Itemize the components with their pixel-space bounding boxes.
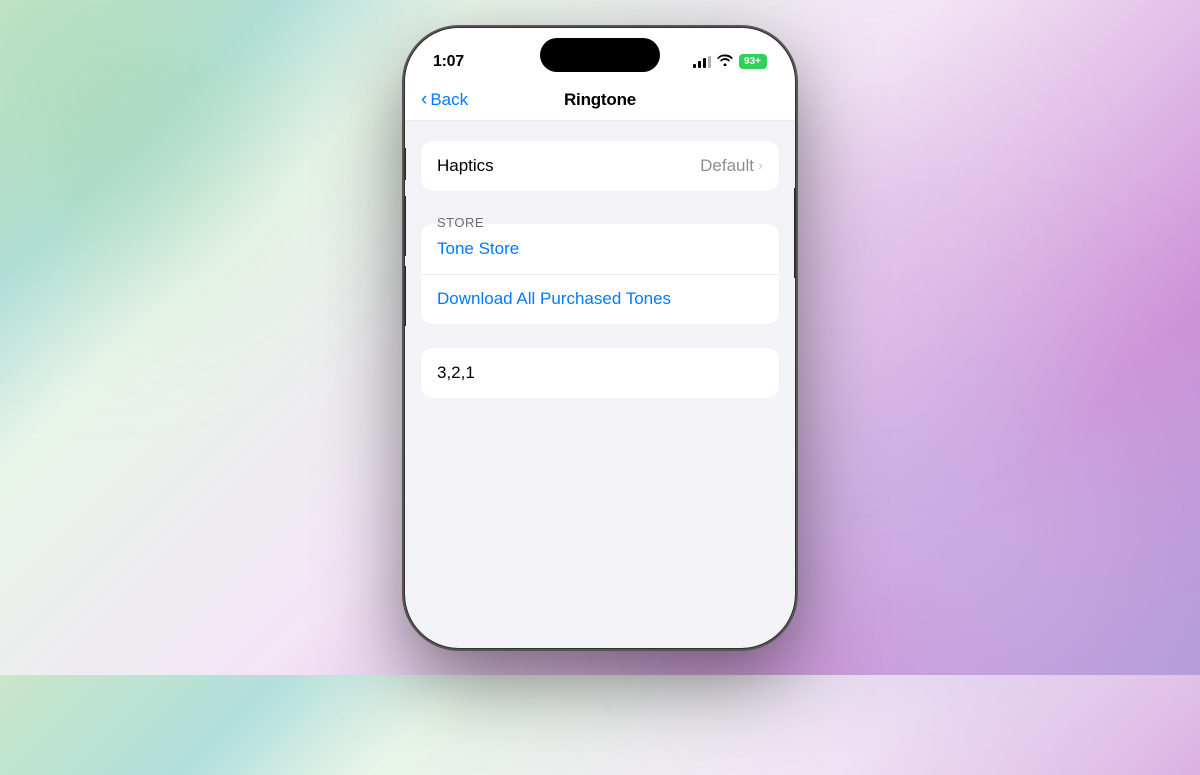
back-chevron-icon: ‹ <box>421 90 427 109</box>
wifi-icon <box>717 54 733 69</box>
ringtone-first-item-label: 3,2,1 <box>437 363 475 383</box>
back-label: Back <box>430 90 468 110</box>
power-button[interactable] <box>794 188 795 278</box>
signal-bar-3 <box>703 58 706 68</box>
signal-bar-2 <box>698 61 701 68</box>
tone-store-label: Tone Store <box>437 239 519 259</box>
phone-frame: 1:07 93+ <box>405 28 795 648</box>
dynamic-island <box>540 38 660 72</box>
mute-switch[interactable] <box>405 148 406 180</box>
haptics-card: Haptics Default › <box>421 141 779 191</box>
haptics-chevron-icon: › <box>758 157 763 174</box>
haptics-label: Haptics <box>437 156 494 176</box>
phone-screen: 1:07 93+ <box>405 28 795 648</box>
tone-store-row[interactable]: Tone Store <box>421 224 779 274</box>
download-purchased-row[interactable]: Download All Purchased Tones <box>421 274 779 324</box>
status-time: 1:07 <box>433 53 464 71</box>
store-section: STORE Tone Store Download All Purchased … <box>421 215 779 324</box>
status-icons: 93+ <box>693 54 767 69</box>
ringtones-card: 3,2,1 <box>421 348 779 398</box>
signal-icon <box>693 56 711 68</box>
page-title: Ringtone <box>564 90 636 110</box>
navigation-bar: ‹ Back Ringtone <box>405 82 795 121</box>
back-button[interactable]: ‹ Back <box>421 90 468 110</box>
settings-content: Haptics Default › STORE Tone Store Downl <box>405 121 795 648</box>
download-purchased-label: Download All Purchased Tones <box>437 289 671 309</box>
haptics-row[interactable]: Haptics Default › <box>421 141 779 191</box>
volume-up-button[interactable] <box>405 196 406 256</box>
battery-indicator: 93+ <box>739 54 767 69</box>
battery-level: 93+ <box>744 56 761 67</box>
signal-bar-1 <box>693 64 696 68</box>
bg-blob-1 <box>0 0 300 300</box>
status-bar: 1:07 93+ <box>405 28 795 82</box>
signal-bar-4 <box>708 56 711 68</box>
haptics-value: Default <box>700 156 754 176</box>
haptics-value-group: Default › <box>700 156 763 176</box>
store-card: Tone Store Download All Purchased Tones <box>421 224 779 324</box>
volume-down-button[interactable] <box>405 266 406 326</box>
ringtone-first-item-row[interactable]: 3,2,1 <box>421 348 779 398</box>
